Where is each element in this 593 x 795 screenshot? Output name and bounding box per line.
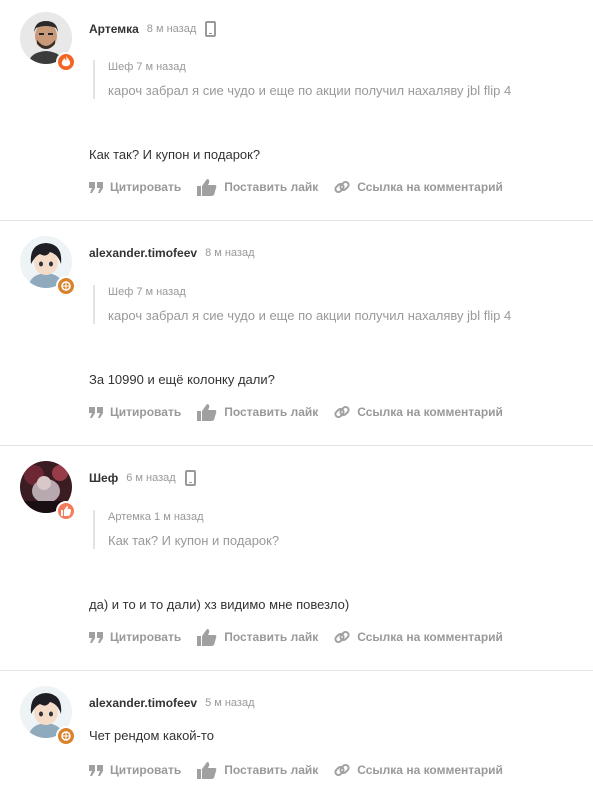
quote-text: кароч забрал я сие чудо и еще по акции п… [108,308,512,323]
author-name[interactable]: alexander.timofeev [89,696,197,710]
link-icon [334,405,350,419]
comment-actions: Цитировать Поставить лайк Ссылка на комм… [89,761,519,779]
like-button[interactable]: Поставить лайк [197,178,318,196]
quote-time: 1 м назад [154,511,204,523]
quote-button[interactable]: Цитировать [89,180,181,194]
comment-header: Шеф 6 м назад [89,469,196,487]
comment-link-button[interactable]: Ссылка на комментарий [334,179,503,195]
thumbs-up-icon [197,178,217,196]
quoted-comment: Шеф 7 м назад кароч забрал я сие чудо и … [93,60,511,99]
thumbs-up-icon [197,403,217,421]
comment-actions: Цитировать Поставить лайк Ссылка на комм… [89,403,519,421]
comment-header: Артемка 8 м назад [89,20,217,38]
comment: alexander.timofeev 5 м назад Чет рендом … [0,670,593,795]
comment: Шеф 6 м назад Артемка 1 м назад Как так?… [0,445,593,671]
comment-text: Чет рендом какой-то [89,728,214,743]
rank-badge-icon [56,52,76,72]
quote-text: Как так? И купон и подарок? [108,533,280,548]
quote-time: 7 м назад [136,286,186,298]
comment-time[interactable]: 6 м назад [126,472,175,484]
like-button[interactable]: Поставить лайк [197,628,318,646]
quoted-comment: Артемка 1 м назад Как так? И купон и под… [93,510,279,549]
author-name[interactable]: Шеф [89,471,118,485]
mobile-device-icon [205,21,217,37]
comment-text: да) и то и то дали) хз видимо мне повезл… [89,597,350,612]
quote-button[interactable]: Цитировать [89,405,181,419]
rank-badge-icon [56,276,76,296]
quote-text: кароч забрал я сие чудо и еще по акции п… [108,83,512,98]
comment: alexander.timofeev 8 м назад Шеф 7 м наз… [0,220,593,446]
quote-button[interactable]: Цитировать [89,763,181,777]
rank-badge-icon [56,726,76,746]
quote-time: 7 м назад [136,61,186,73]
quote-author[interactable]: Артемка [108,511,151,523]
rank-badge-icon [56,501,76,521]
quote-icon [89,631,103,643]
link-icon [334,180,350,194]
quote-author[interactable]: Шеф [108,61,133,73]
quote-author[interactable]: Шеф [108,286,133,298]
link-icon [334,763,350,777]
thumbs-up-icon [197,628,217,646]
comment-link-button[interactable]: Ссылка на комментарий [334,629,503,645]
quote-button[interactable]: Цитировать [89,630,181,644]
comment-actions: Цитировать Поставить лайк Ссылка на комм… [89,178,519,196]
comment: Артемка 8 м назад Шеф 7 м назад кароч за… [0,0,593,221]
comment-link-button[interactable]: Ссылка на комментарий [334,762,503,778]
like-button[interactable]: Поставить лайк [197,761,318,779]
comment-link-button[interactable]: Ссылка на комментарий [334,404,503,420]
like-button[interactable]: Поставить лайк [197,403,318,421]
comment-text: Как так? И купон и подарок? [89,147,261,162]
thumbs-up-icon [197,761,217,779]
author-name[interactable]: alexander.timofeev [89,246,197,260]
quote-icon [89,764,103,776]
comment-time[interactable]: 8 м назад [205,247,254,259]
comment-header: alexander.timofeev 8 м назад [89,244,255,262]
comment-text: За 10990 и ещё колонку дали? [89,372,275,387]
quoted-comment: Шеф 7 м назад кароч забрал я сие чудо и … [93,285,511,324]
author-name[interactable]: Артемка [89,22,139,36]
comment-time[interactable]: 8 м назад [147,23,196,35]
quote-icon [89,181,103,193]
mobile-device-icon [184,470,196,486]
link-icon [334,630,350,644]
comment-header: alexander.timofeev 5 м назад [89,694,255,712]
comment-actions: Цитировать Поставить лайк Ссылка на комм… [89,628,519,646]
quote-icon [89,406,103,418]
comment-time[interactable]: 5 м назад [205,697,254,709]
